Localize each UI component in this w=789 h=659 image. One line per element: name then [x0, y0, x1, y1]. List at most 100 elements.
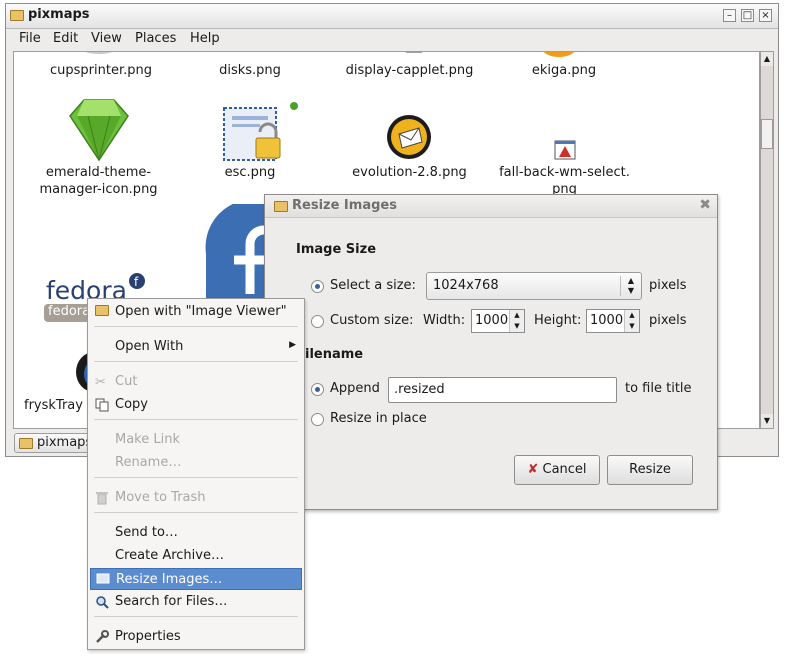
scroll-up-icon[interactable]: ▲: [761, 52, 773, 66]
menu-item-move-to-trash[interactable]: Move to Trash: [90, 487, 302, 509]
submenu-arrow-icon: ▶: [289, 340, 296, 350]
cancel-x-icon: ✘: [527, 462, 539, 477]
window-warning-icon[interactable]: [554, 140, 576, 160]
append-label: Append: [330, 381, 380, 396]
menu-item-label: Resize Images…: [116, 572, 223, 587]
menu-bar: File Edit View Places Help: [6, 28, 778, 50]
combo-arrows-icon: ▲ ▼: [620, 276, 641, 296]
wrench-icon: [95, 630, 110, 644]
resize-in-place-label: Resize in place: [330, 411, 427, 426]
menu-item-label: Cut: [115, 374, 138, 389]
resize-images-dialog: Resize Images ✖ Image Size Select a size…: [264, 194, 718, 510]
append-input[interactable]: .resized: [388, 377, 617, 403]
file-label-display-capplet[interactable]: display-capplet.png: [332, 62, 487, 79]
file-label-cupsprinter[interactable]: cupsprinter.png: [36, 62, 166, 79]
evolution-mail-icon[interactable]: [386, 114, 432, 160]
menu-item-cut[interactable]: ✂ Cut: [90, 371, 302, 393]
menu-view[interactable]: View: [91, 31, 122, 46]
file-label-fall-back-line1[interactable]: fall-back-wm-select.: [487, 164, 642, 181]
size-combo-value: 1024x768: [433, 278, 499, 293]
close-button[interactable]: ×: [759, 9, 772, 22]
folder-icon: [10, 10, 24, 21]
scissors-icon: ✂: [95, 375, 106, 390]
spinner-arrows-icon[interactable]: ▲ ▼: [624, 310, 639, 332]
width-value: 1000: [475, 313, 509, 328]
scroll-down-icon[interactable]: ▼: [761, 414, 773, 428]
cancel-button[interactable]: ✘ Cancel: [514, 455, 600, 485]
menu-item-copy[interactable]: Copy: [90, 394, 302, 416]
select-size-label: Select a size:: [330, 278, 416, 293]
menu-separator: [94, 616, 298, 617]
vertical-scrollbar[interactable]: ▲ ▼: [760, 51, 774, 429]
pixels-label-1: pixels: [649, 278, 687, 293]
menu-item-open-with[interactable]: Open With ▶: [90, 336, 302, 358]
dialog-title-bar[interactable]: Resize Images ✖: [265, 195, 717, 218]
spinner-arrows-icon[interactable]: ▲ ▼: [509, 310, 524, 332]
copy-icon: [95, 398, 110, 412]
pixels-label-2: pixels: [649, 313, 687, 328]
printer-icon[interactable]: [74, 51, 124, 58]
menu-item-search-for-files[interactable]: Search for Files…: [90, 591, 302, 613]
dialog-title: Resize Images: [292, 198, 397, 213]
context-menu: Open with "Image Viewer" Open With ▶ ✂ C…: [87, 298, 305, 650]
file-label-disks[interactable]: disks.png: [190, 62, 310, 79]
menu-item-label: Make Link: [115, 432, 180, 447]
menu-item-label: Properties: [115, 629, 181, 644]
menu-help[interactable]: Help: [190, 31, 220, 46]
menu-item-label: Open With: [115, 339, 184, 354]
window-title: pixmaps: [28, 7, 90, 22]
resize-button[interactable]: Resize: [607, 455, 693, 485]
menu-separator: [94, 361, 298, 362]
scroll-thumb[interactable]: [761, 119, 773, 149]
menu-item-open-with-viewer[interactable]: Open with "Image Viewer": [90, 301, 302, 323]
menu-separator: [94, 477, 298, 478]
menu-item-send-to[interactable]: Send to…: [90, 522, 302, 544]
image-size-heading: Image Size: [296, 242, 377, 257]
menu-item-label: Send to…: [115, 525, 178, 540]
menu-separator: [94, 512, 298, 513]
disk-icon[interactable]: [236, 51, 276, 58]
search-icon: [95, 595, 110, 609]
menu-item-label: Rename…: [115, 455, 182, 470]
custom-size-label: Custom size:: [330, 313, 414, 328]
file-label-emerald-line1[interactable]: emerald-theme-: [26, 164, 171, 181]
menu-item-rename[interactable]: Rename…: [90, 452, 302, 474]
menu-separator: [94, 419, 298, 420]
file-label-emerald-line2[interactable]: manager-icon.png: [26, 181, 171, 198]
select-size-radio[interactable]: [311, 280, 324, 293]
title-bar[interactable]: pixmaps – □ ×: [6, 4, 778, 29]
width-spinner[interactable]: 1000 ▲ ▼: [471, 309, 525, 333]
menu-places[interactable]: Places: [135, 31, 176, 46]
custom-size-radio[interactable]: [311, 315, 324, 328]
menu-item-properties[interactable]: Properties: [90, 626, 302, 648]
file-label-fedora[interactable]: fedora: [48, 304, 90, 319]
minimize-button[interactable]: –: [723, 9, 736, 22]
menu-item-make-link[interactable]: Make Link: [90, 429, 302, 451]
folder-icon: [274, 201, 288, 212]
file-label-evolution[interactable]: evolution-2.8.png: [332, 164, 487, 181]
certificate-lock-icon[interactable]: [222, 102, 298, 166]
menu-item-label: Move to Trash: [115, 490, 206, 505]
file-label-ekiga[interactable]: ekiga.png: [504, 62, 624, 79]
display-icon[interactable]: [392, 51, 432, 58]
folder-open-icon: [95, 305, 110, 319]
resize-in-place-radio[interactable]: [311, 413, 324, 426]
menu-file[interactable]: File: [19, 31, 41, 46]
dialog-close-icon[interactable]: ✖: [699, 197, 711, 213]
menu-edit[interactable]: Edit: [53, 31, 78, 46]
maximize-button[interactable]: □: [741, 9, 754, 22]
menu-item-label: Copy: [115, 397, 148, 412]
size-combo[interactable]: 1024x768 ▲ ▼: [426, 272, 642, 300]
menu-item-label: Create Archive…: [115, 548, 224, 563]
append-radio[interactable]: [311, 383, 324, 396]
height-value: 1000: [590, 313, 624, 328]
cancel-label: Cancel: [542, 462, 587, 477]
width-label: Width:: [423, 313, 466, 328]
file-label-esc[interactable]: esc.png: [190, 164, 310, 181]
emerald-gem-icon[interactable]: [68, 98, 130, 162]
append-value: .resized: [394, 382, 445, 397]
ekiga-icon[interactable]: [539, 51, 579, 60]
height-spinner[interactable]: 1000 ▲ ▼: [586, 309, 640, 333]
menu-item-create-archive[interactable]: Create Archive…: [90, 545, 302, 567]
menu-item-resize-images[interactable]: Resize Images…: [90, 568, 302, 590]
